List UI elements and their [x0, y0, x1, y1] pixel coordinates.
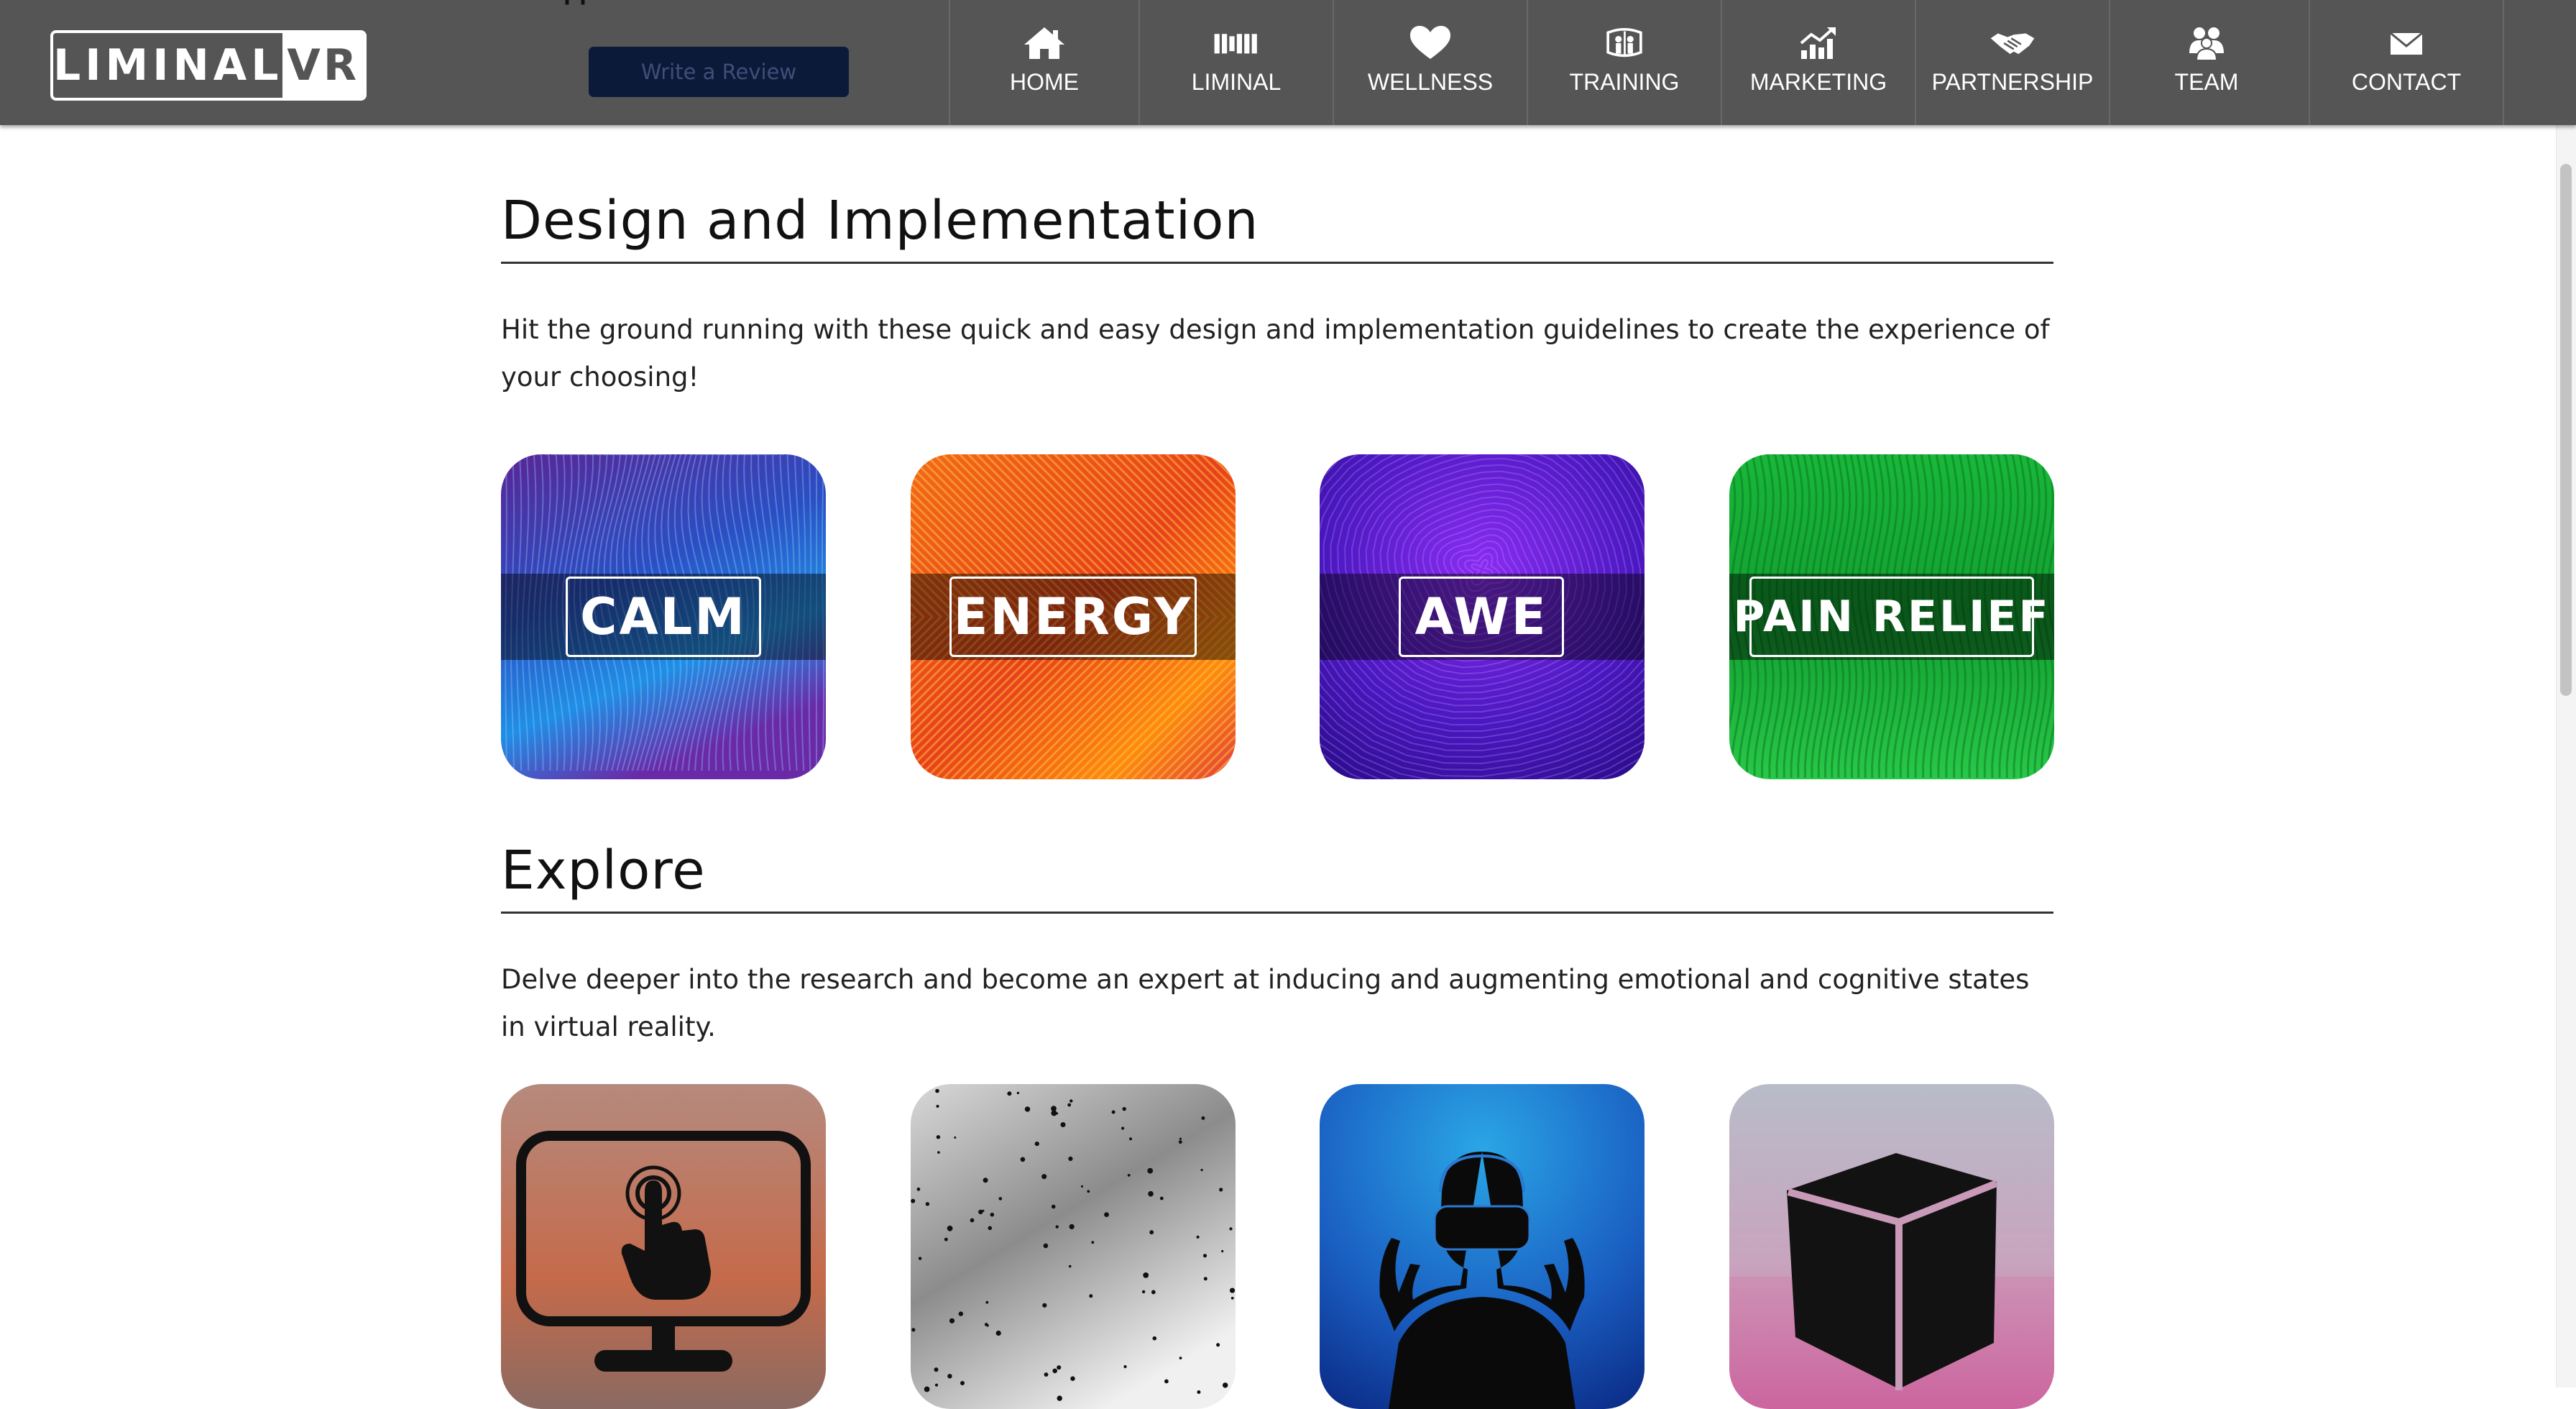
- awe-tile[interactable]: AWE: [1320, 454, 1644, 779]
- team-icon: [2110, 24, 2303, 63]
- nav-partnership[interactable]: PARTNERSHIP: [1915, 0, 2109, 125]
- liminal-vr-logo[interactable]: LIMINAL VR: [50, 30, 367, 101]
- explore-tile-touchscreen[interactable]: [501, 1084, 826, 1409]
- nav-training[interactable]: TRAINING: [1527, 0, 1721, 125]
- explore-tile-particles[interactable]: [911, 1084, 1236, 1409]
- cube-icon: [1729, 1084, 2054, 1409]
- heart-icon: [1334, 24, 1527, 63]
- nav-team[interactable]: TEAM: [2109, 0, 2303, 125]
- chart-growth-icon: [1722, 24, 1915, 63]
- nav-label: CONTACT: [2351, 69, 2462, 95]
- nav-label: PARTNERSHIP: [1931, 69, 2094, 95]
- design-section-description: Hit the ground running with these quick …: [501, 314, 2050, 393]
- explore-section-title: Explore: [501, 840, 706, 901]
- section-divider: [501, 912, 2053, 914]
- nav-wellness[interactable]: WELLNESS: [1333, 0, 1527, 125]
- explore-tile-vr-user[interactable]: [1320, 1084, 1644, 1409]
- nav-label: WELLNESS: [1367, 69, 1494, 95]
- touchscreen-icon: [501, 1084, 826, 1409]
- explore-section-description: Delve deeper into the research and becom…: [501, 964, 2030, 1042]
- liminal-bars-icon: [1140, 24, 1333, 63]
- nav-label: LIMINAL: [1191, 69, 1282, 95]
- envelope-icon: [2310, 24, 2503, 63]
- nav-home[interactable]: HOME: [949, 0, 1138, 125]
- calm-tile[interactable]: CALM: [501, 454, 826, 779]
- logo-text-right: VR: [282, 33, 364, 98]
- energy-tile[interactable]: ENERGY: [911, 454, 1236, 779]
- write-review-button[interactable]: Write a Review: [589, 47, 849, 97]
- nav-label: HOME: [1010, 69, 1079, 95]
- section-divider: [501, 262, 2053, 264]
- handshake-icon: [1916, 24, 2109, 63]
- scrollbar-thumb[interactable]: [2560, 164, 2572, 696]
- logo-text-left: LIMINAL: [53, 40, 283, 91]
- vr-headset-person-icon: [1320, 1084, 1644, 1409]
- nav-label: MARKETING: [1749, 69, 1887, 95]
- pain-relief-label: PAIN RELIEF: [1733, 577, 2048, 657]
- energy-label: ENERGY: [949, 577, 1197, 657]
- particles-icon: [911, 1084, 1236, 1409]
- nav-divider: [2503, 0, 2504, 125]
- top-navigation: our app on the Meta store! LIMINAL VR Wr…: [0, 0, 2576, 125]
- awe-label: AWE: [1399, 577, 1564, 657]
- store-banner-text: our app on the Meta store!: [500, 0, 860, 9]
- nav-label: TEAM: [2174, 69, 2239, 95]
- nav-contact[interactable]: CONTACT: [2309, 0, 2503, 125]
- explore-tile-cube[interactable]: [1729, 1084, 2054, 1409]
- calm-label: CALM: [566, 577, 761, 657]
- training-icon: [1528, 24, 1721, 63]
- design-section-title: Design and Implementation: [501, 190, 1259, 252]
- home-icon: [950, 24, 1138, 63]
- pain-relief-tile[interactable]: PAIN RELIEF: [1729, 454, 2054, 779]
- nav-liminal[interactable]: LIMINAL: [1138, 0, 1333, 125]
- nav-label: TRAINING: [1569, 69, 1680, 95]
- nav-marketing[interactable]: MARKETING: [1721, 0, 1915, 125]
